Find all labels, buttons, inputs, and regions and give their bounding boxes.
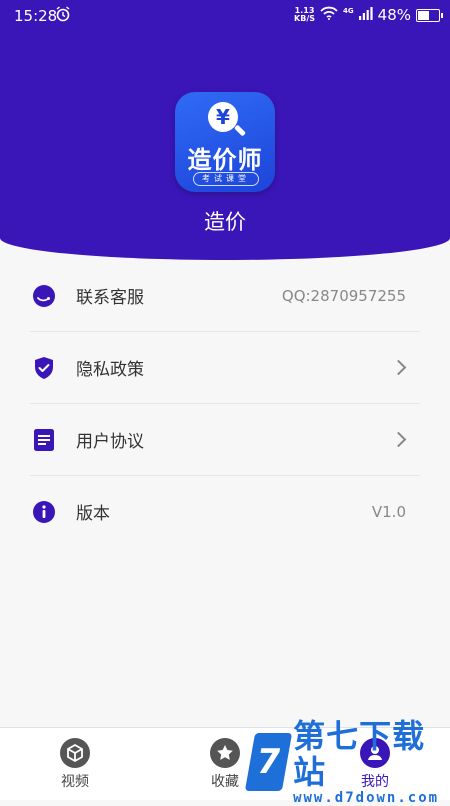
magnifier-handle (233, 124, 247, 137)
network-speed: 1.13 KB/S (294, 6, 316, 23)
menu-item-label: 隐私政策 (76, 360, 144, 380)
battery-percent: 48% (377, 6, 411, 24)
app-logo: ¥ 造价师 考试课堂 (175, 92, 275, 192)
battery-icon (416, 8, 443, 22)
wifi-icon (320, 6, 338, 24)
support-qq-value: QQ:2870957255 (281, 286, 406, 305)
watermark-title: 第七下载站 (293, 717, 426, 791)
watermark-url: www.d7down.com (293, 790, 440, 806)
watermark-logo: 7 (244, 733, 293, 791)
app-name: 造价 (204, 210, 246, 234)
menu-item-label: 联系客服 (76, 288, 144, 308)
settings-menu: 联系客服 QQ:2870957255 隐私政策 用户协议 版本 V1.0 (30, 260, 420, 547)
status-time: 15:28 (14, 7, 58, 25)
tab-label: 视频 (61, 774, 89, 790)
shield-check-icon (32, 356, 56, 380)
star-icon (210, 738, 240, 768)
cube-icon (60, 738, 90, 768)
app-logo-subtitle: 考试课堂 (193, 172, 259, 186)
menu-item-label: 用户协议 (76, 432, 144, 452)
profile-header: ¥ 造价师 考试课堂 造价 (0, 0, 450, 260)
site-watermark: 7 第七下载站 www.d7down.com (244, 718, 446, 806)
menu-item-privacy-policy[interactable]: 隐私政策 (30, 332, 420, 404)
chevron-right-icon (390, 359, 407, 376)
version-value: V1.0 (371, 502, 406, 521)
menu-item-user-agreement[interactable]: 用户协议 (30, 404, 420, 476)
status-bar: 15:28 1.13 KB/S 4G 48% (0, 0, 450, 32)
document-icon (32, 428, 56, 452)
signal-icon (358, 6, 373, 24)
app-logo-title: 造价师 (187, 146, 263, 174)
tab-videos[interactable]: 视频 (45, 738, 105, 791)
menu-item-label: 版本 (76, 504, 110, 524)
menu-item-contact-support[interactable]: 联系客服 QQ:2870957255 (30, 260, 420, 332)
alarm-icon (56, 6, 70, 26)
network-type: 4G (343, 7, 354, 15)
menu-item-version[interactable]: 版本 V1.0 (30, 476, 420, 547)
chevron-right-icon (390, 431, 407, 448)
info-icon (32, 500, 56, 524)
customer-service-icon (32, 284, 56, 308)
